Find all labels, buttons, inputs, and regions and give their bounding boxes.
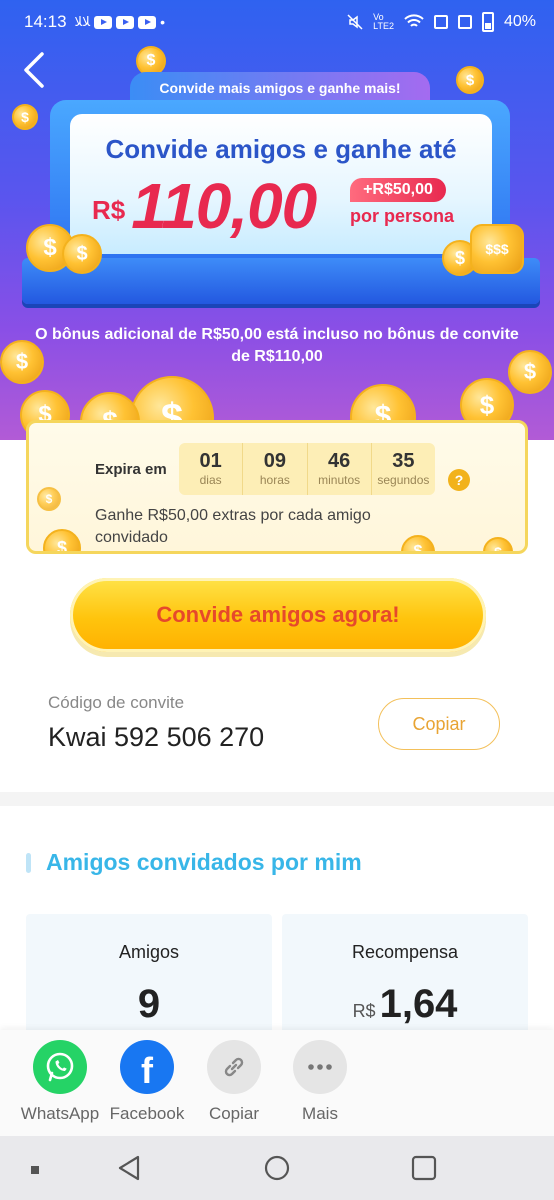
coin-icon: $ bbox=[37, 487, 61, 511]
share-copy-label: Copiar bbox=[208, 1104, 260, 1123]
countdown-unit: horas bbox=[259, 473, 290, 487]
status-time: 14:13 bbox=[24, 12, 67, 31]
more-icon bbox=[293, 1040, 347, 1094]
expiry-label: Expira em bbox=[95, 461, 167, 478]
system-navigation-bar bbox=[0, 1136, 554, 1200]
countdown-seconds: 35 segundos bbox=[372, 443, 435, 495]
reward-total: R$ 1,64 bbox=[282, 982, 528, 1027]
mute-icon bbox=[347, 14, 363, 30]
countdown-value: 46 bbox=[328, 450, 351, 472]
countdown-timer: 01 dias 09 horas 46 minutos 35 segundos bbox=[179, 443, 435, 495]
circle-home-icon bbox=[264, 1155, 290, 1181]
more-notifications-icon: • bbox=[160, 14, 165, 30]
per-person-label: por persona bbox=[350, 206, 455, 226]
whatsapp-icon bbox=[33, 1040, 87, 1094]
reward-currency: R$ bbox=[92, 195, 126, 225]
square-recents-icon bbox=[411, 1155, 437, 1181]
youtube-icon bbox=[116, 15, 135, 29]
friends-count: 9 bbox=[137, 982, 161, 1026]
countdown-minutes: 46 minutos bbox=[308, 443, 372, 495]
coin-icon: $ bbox=[456, 66, 484, 94]
share-copy-link[interactable]: Copiar bbox=[189, 1040, 279, 1124]
nav-menu-button[interactable] bbox=[30, 1162, 40, 1180]
share-facebook-label: Facebook bbox=[109, 1104, 185, 1123]
coin-icon: $ bbox=[483, 537, 513, 551]
coin-icon: $ bbox=[62, 234, 102, 274]
reward-value: 110,00 bbox=[131, 170, 317, 242]
notification-icons: ﻼﻼ • bbox=[75, 14, 165, 30]
square-dot-icon bbox=[31, 1166, 39, 1174]
youtube-icon bbox=[138, 15, 157, 29]
section-accent bbox=[26, 853, 31, 873]
countdown-unit: minutos bbox=[318, 473, 361, 487]
countdown-value: 35 bbox=[392, 450, 415, 472]
section-title: Amigos convidados por mim bbox=[46, 849, 362, 875]
invite-code: Kwai 592 506 270 bbox=[48, 722, 265, 752]
coin-icon: $ bbox=[43, 529, 81, 551]
expiry-description: Ganhe R$50,00 extras por cada amigo conv… bbox=[95, 507, 371, 546]
triangle-back-icon bbox=[118, 1155, 140, 1181]
countdown-unit: segundos bbox=[377, 473, 430, 487]
countdown-value: 01 bbox=[199, 450, 222, 472]
reward-total-currency: R$ bbox=[352, 1001, 376, 1021]
invite-friends-button[interactable]: Convide amigos agora! bbox=[70, 578, 486, 652]
back-button[interactable] bbox=[20, 50, 60, 90]
extra-bonus-badge: +R$50,00 bbox=[350, 178, 446, 202]
share-facebook[interactable]: f Facebook bbox=[102, 1040, 192, 1124]
coin-icon: $ bbox=[12, 104, 38, 130]
friends-count-label: Amigos bbox=[118, 942, 180, 962]
facebook-icon: f bbox=[120, 1040, 174, 1094]
share-more[interactable]: Mais bbox=[275, 1040, 365, 1124]
hero-note: O bônus adicional de R$50,00 está inclus… bbox=[35, 326, 519, 365]
reward-total-label: Recompensa bbox=[351, 942, 459, 962]
signal-icon bbox=[457, 15, 472, 29]
wifi-icon bbox=[404, 14, 424, 27]
reward-total-value: 1,64 bbox=[379, 982, 458, 1026]
countdown-unit: dias bbox=[199, 473, 222, 487]
reward-title: Convide amigos e ganhe até bbox=[105, 134, 457, 164]
share-whatsapp-label: WhatsApp bbox=[20, 1104, 100, 1123]
copy-code-button[interactable]: Copiar bbox=[378, 698, 500, 750]
coin-icon: $$$ bbox=[470, 224, 524, 274]
reward-total-card: Recompensa R$ 1,64 bbox=[282, 914, 528, 1044]
hero-banner: 14:13 ﻼﻼ • Vo LTE2 40% $ $ $ $ $ Convide … bbox=[0, 0, 554, 440]
reward-amount: R$ 110,00 bbox=[92, 168, 317, 242]
help-icon[interactable]: ? bbox=[448, 469, 470, 491]
link-icon bbox=[207, 1040, 261, 1094]
expiry-card: Expira em 01 dias 09 horas 46 minutos 35… bbox=[26, 420, 528, 554]
volte-icon: Vo LTE2 bbox=[373, 12, 394, 31]
nav-recents-button[interactable] bbox=[411, 1155, 437, 1186]
chevron-left-icon bbox=[24, 52, 44, 88]
invite-code-label: Código de convite bbox=[48, 693, 185, 712]
countdown-hours: 09 horas bbox=[243, 443, 308, 495]
countdown-days: 01 dias bbox=[179, 443, 244, 495]
nav-home-button[interactable] bbox=[263, 1154, 291, 1187]
battery-level: 40% bbox=[503, 13, 536, 30]
youtube-icon bbox=[94, 15, 113, 29]
share-sheet: WhatsApp f Facebook Copiar Mais bbox=[0, 1030, 554, 1136]
signal-icon bbox=[433, 15, 448, 29]
nav-back-button[interactable] bbox=[116, 1154, 142, 1187]
share-more-label: Mais bbox=[302, 1104, 338, 1123]
section-divider bbox=[0, 792, 554, 806]
countdown-value: 09 bbox=[263, 450, 286, 472]
share-whatsapp[interactable]: WhatsApp bbox=[15, 1040, 105, 1124]
battery-icon bbox=[481, 12, 494, 32]
notification-app-icon: ﻼﻼ bbox=[74, 14, 91, 29]
friends-count-card: Amigos 9 bbox=[26, 914, 272, 1044]
status-bar: 14:13 ﻼﻼ • Vo LTE2 40% bbox=[0, 0, 554, 44]
